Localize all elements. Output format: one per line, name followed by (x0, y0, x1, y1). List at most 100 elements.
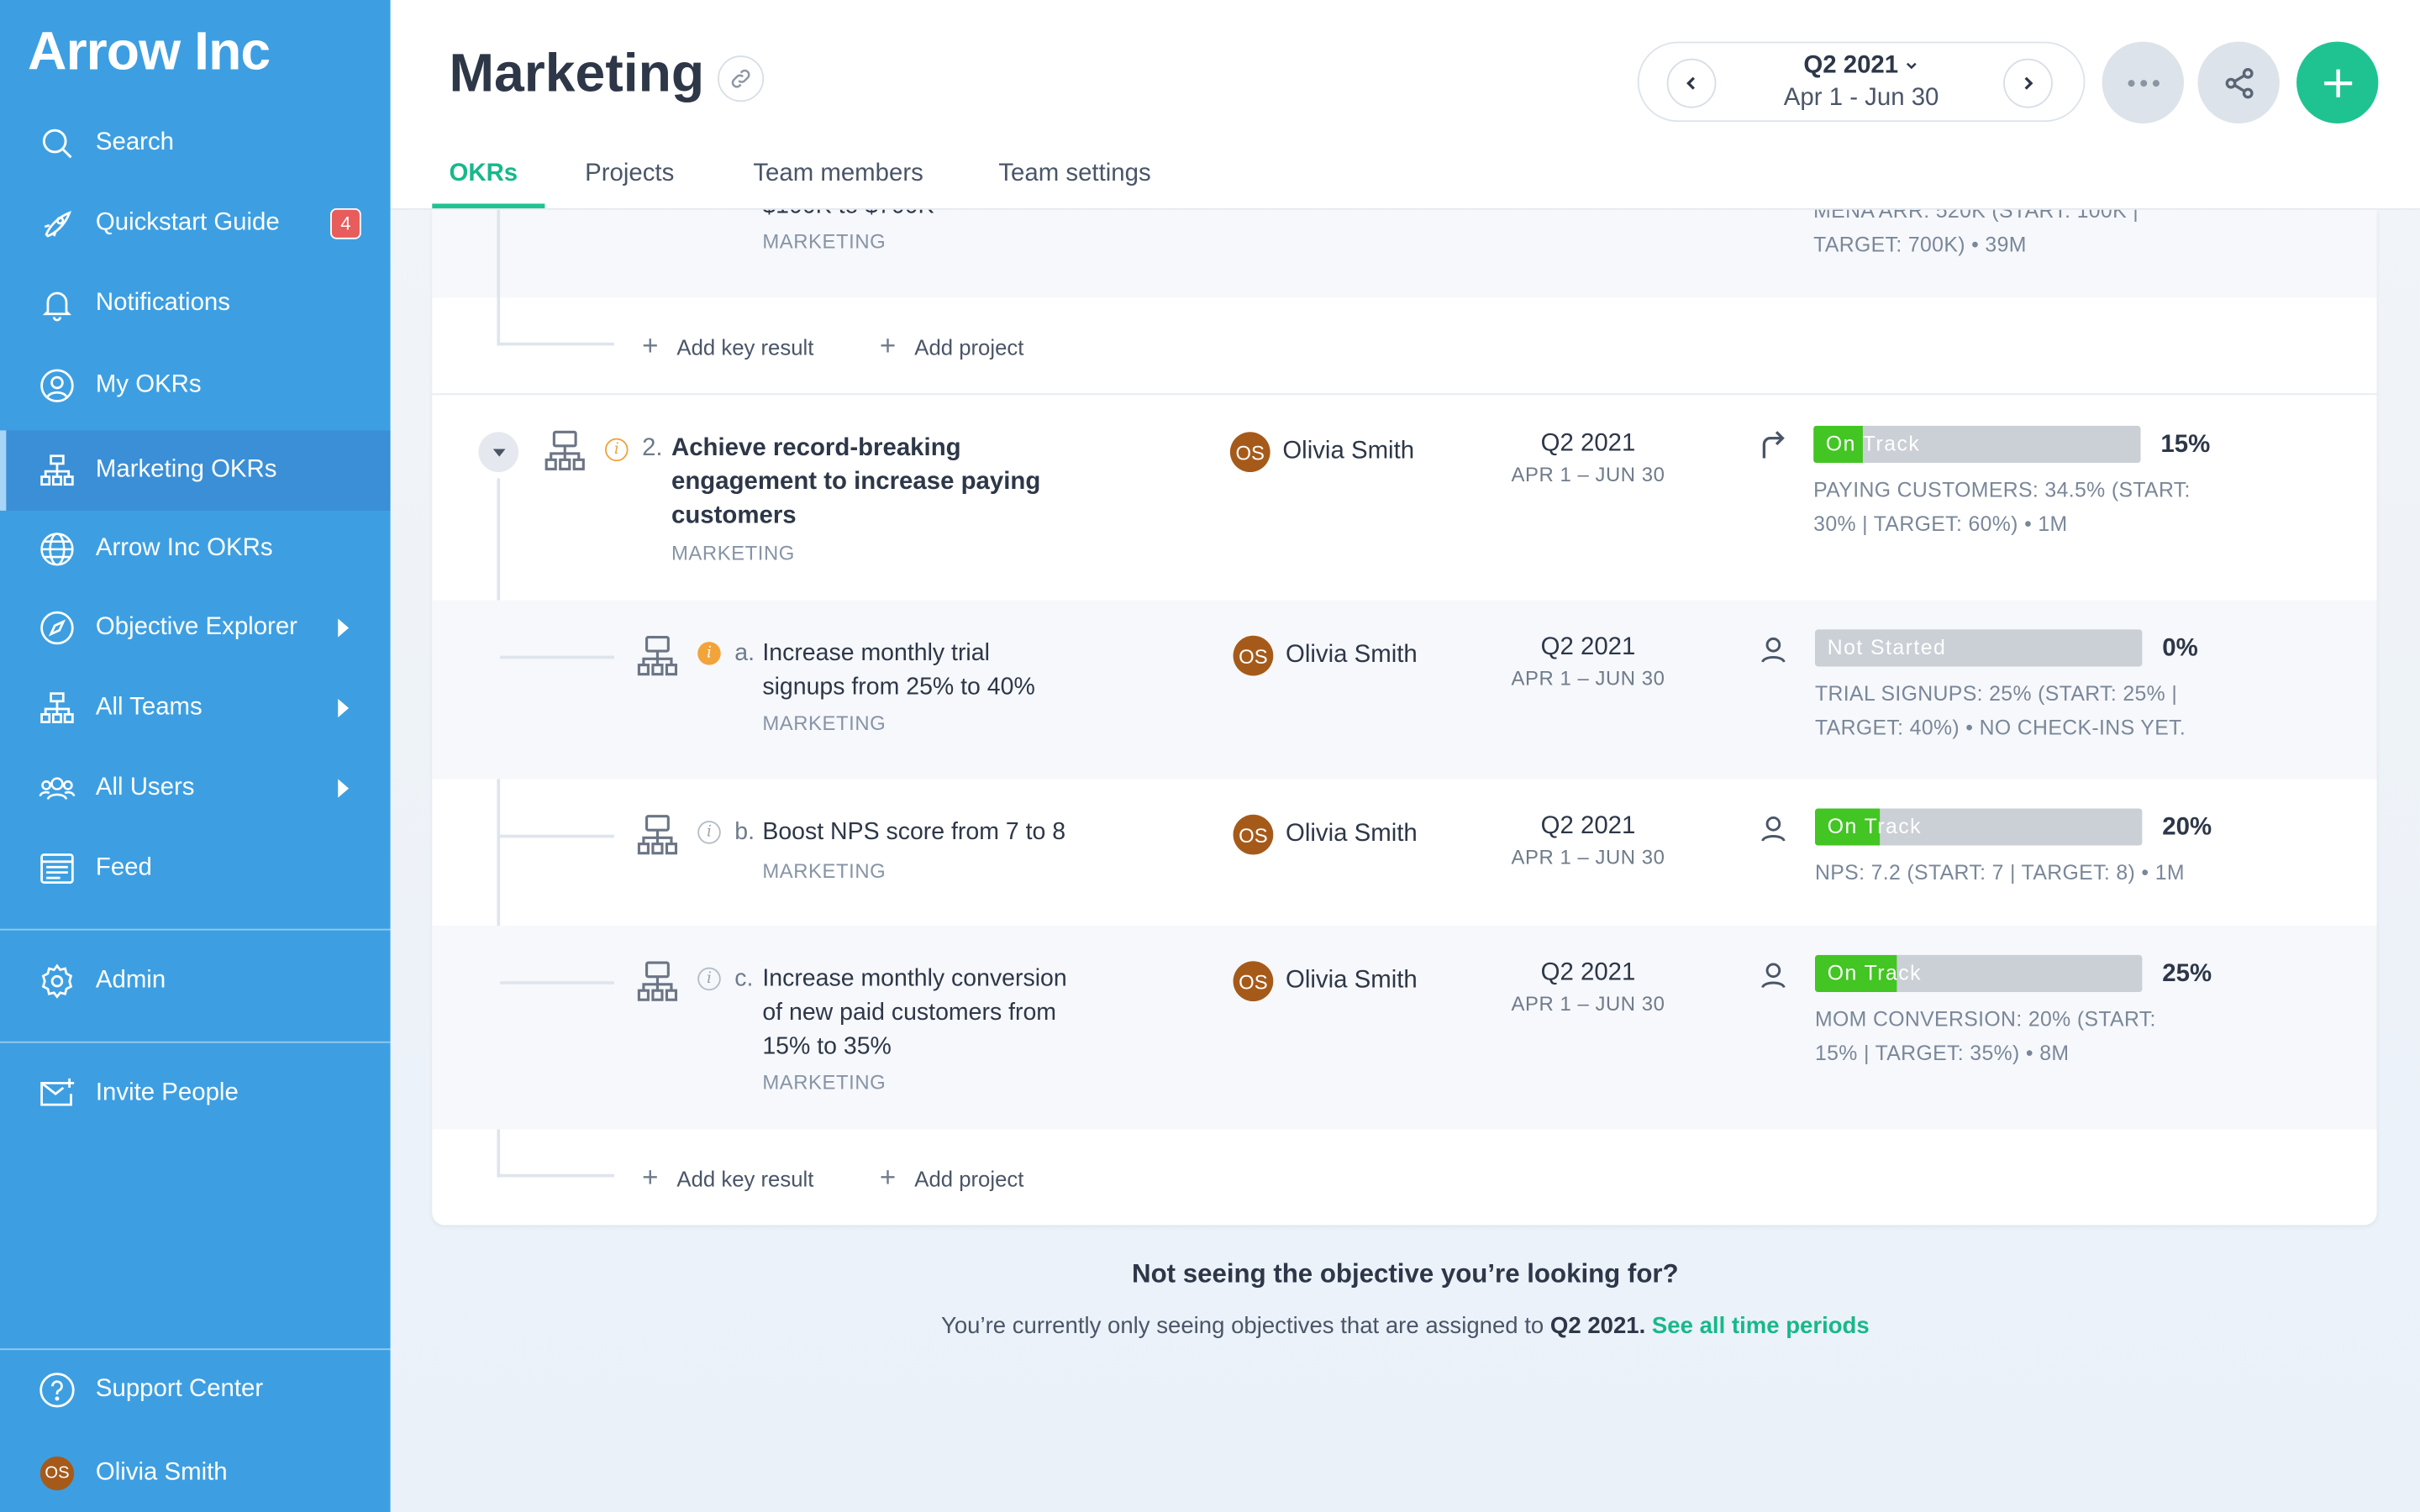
owner-name: Olivia Smith (1285, 642, 1418, 669)
sidebar-item-feed[interactable]: Feed (0, 830, 391, 907)
next-period-button[interactable] (2003, 58, 2053, 108)
caret-down-icon (492, 448, 505, 456)
progress-bar[interactable]: Not Started (1814, 629, 2143, 667)
key-result-letter: b. (734, 819, 755, 846)
owner[interactable]: OS Olivia Smith (1233, 635, 1418, 676)
tab-projects[interactable]: Projects (585, 160, 674, 188)
add-project-label: Add project (914, 333, 1024, 360)
sidebar-item-quickstart[interactable]: Quickstart Guide 4 (0, 185, 391, 262)
metric-detail: TARGET: 40%) • NO CHECK-INS YET. (1814, 716, 2186, 739)
progress-bar[interactable]: On Track (1814, 808, 2143, 846)
add-key-result-button[interactable]: + Add key result (642, 330, 813, 363)
quarter: Q2 2021 (1540, 959, 1636, 986)
key-result-row[interactable]: i b. Boost NPS score from 7 to 8 MARKETI… (432, 780, 2376, 926)
key-result-title-line: Increase monthly conversion (762, 965, 1067, 993)
avatar: OS (1233, 814, 1274, 855)
key-result-title: $100K to $700K (762, 210, 934, 224)
hint-text: You’re currently only seeing objectives … (940, 1313, 1544, 1340)
rocket-icon (39, 205, 76, 242)
owner[interactable]: OS Olivia Smith (1229, 432, 1415, 473)
date-range: APR 1 – JUN 30 (1511, 992, 1665, 1016)
date-range: APR 1 – JUN 30 (1511, 666, 1665, 690)
tab-team-settings[interactable]: Team settings (998, 160, 1150, 188)
aligned-arrow-icon (1760, 429, 1787, 468)
user-avatar: OS (39, 1455, 76, 1492)
add-button[interactable] (2296, 41, 2379, 123)
sidebar-item-search[interactable]: Search (0, 105, 391, 182)
bell-icon (39, 286, 76, 323)
sidebar-item-label: Objective Explorer (95, 614, 297, 641)
key-result-row[interactable]: i a. Increase monthly trial signups from… (432, 600, 2377, 780)
sidebar-item-label: Support Center (95, 1376, 264, 1403)
more-options-button[interactable] (2102, 41, 2184, 123)
sidebar-item-arrow-inc-okrs[interactable]: Arrow Inc OKRs (0, 511, 391, 588)
team-tag: MARKETING (762, 711, 886, 735)
objective-row[interactable]: i 2. Achieve record-breaking engagement … (432, 395, 2376, 600)
sidebar-item-objective-explorer[interactable]: Objective Explorer (0, 590, 391, 667)
key-result-row[interactable]: i c. Increase monthly conversion of new … (432, 926, 2377, 1130)
owner[interactable]: OS Olivia Smith (1233, 961, 1418, 1002)
owner[interactable]: OS Olivia Smith (1233, 814, 1418, 855)
add-project-button[interactable]: + Add project (880, 1162, 1023, 1194)
app-root: Arrow Inc Search Quickstart Guide 4 Noti… (0, 0, 2420, 1512)
progress-bar[interactable]: On Track (1814, 954, 2143, 993)
collapse-toggle[interactable] (478, 432, 519, 473)
help-icon (39, 1372, 76, 1409)
key-result-period: Q2 2021 APR 1 – JUN 30 (1496, 634, 1681, 690)
active-tab-indicator (432, 203, 545, 208)
sidebar-item-my-okrs[interactable]: My OKRs (0, 347, 391, 424)
tree-connector (497, 209, 501, 346)
progress-bar[interactable]: On Track (1813, 425, 2141, 464)
hint-period: Q2 2021. (1549, 1313, 1646, 1340)
metric-detail: 30% | TARGET: 60%) • 1M (1813, 512, 2068, 536)
metric-detail: PAYING CUSTOMERS: 34.5% (START: (1813, 478, 2191, 501)
globe-icon (39, 531, 76, 568)
sidebar-item-marketing-okrs[interactable]: Marketing OKRs (0, 430, 391, 511)
team-tag: MARKETING (671, 541, 795, 565)
org-chart-icon (544, 429, 585, 480)
owner-name: Olivia Smith (1282, 438, 1415, 465)
info-icon[interactable]: i (697, 967, 721, 991)
objective-title-line: Achieve record-breaking (671, 434, 961, 462)
key-result-row-partial[interactable]: $100K to $700K MARKETING MENA ARR: 520K … (432, 209, 2377, 298)
progress-percent: 25% (2162, 961, 2212, 988)
person-icon (1761, 636, 1786, 671)
share-button[interactable] (2197, 41, 2280, 123)
org-chart-icon (637, 813, 678, 864)
objective-number: 2. (642, 434, 663, 462)
sidebar-item-all-users[interactable]: All Users (0, 750, 391, 827)
tab-team-members[interactable]: Team members (753, 160, 923, 188)
see-all-periods-link[interactable]: See all time periods (1652, 1313, 1870, 1339)
sidebar-item-invite-people[interactable]: Invite People (0, 1055, 391, 1132)
user-circle-icon (39, 367, 76, 404)
sidebar-item-label: Arrow Inc OKRs (95, 535, 273, 562)
sidebar-item-support-center[interactable]: Support Center (0, 1352, 391, 1429)
info-icon[interactable]: i (697, 642, 721, 665)
info-icon[interactable]: i (604, 438, 629, 462)
ellipsis-icon (2127, 79, 2160, 87)
tree-connector (497, 342, 615, 346)
sidebar-item-profile[interactable]: OS Olivia Smith (0, 1435, 391, 1512)
okr-list-card: $100K to $700K MARKETING MENA ARR: 520K … (432, 209, 2377, 1226)
sidebar-divider (0, 1348, 391, 1351)
add-key-result-button[interactable]: + Add key result (642, 1162, 813, 1194)
add-project-button[interactable]: + Add project (880, 330, 1023, 363)
sidebar-item-admin[interactable]: Admin (0, 942, 391, 1020)
status-label: On Track (1827, 814, 1923, 838)
brand-logo[interactable]: Arrow Inc (28, 22, 271, 83)
sidebar-item-all-teams[interactable]: All Teams (0, 669, 391, 747)
tree-connector (500, 834, 615, 838)
empty-hint-text: You’re currently only seeing objectives … (391, 1313, 2420, 1339)
tab-okrs[interactable]: OKRs (449, 160, 518, 188)
info-icon[interactable]: i (697, 821, 721, 844)
sidebar-item-notifications[interactable]: Notifications (0, 265, 391, 343)
plus-icon (2323, 68, 2352, 97)
plus-icon: + (642, 1162, 659, 1193)
quarter: Q2 2021 (1540, 633, 1636, 661)
add-project-label: Add project (914, 1165, 1024, 1191)
sidebar-item-label: All Teams (95, 694, 203, 721)
date-range: APR 1 – JUN 30 (1511, 463, 1665, 486)
copy-link-button[interactable] (718, 55, 765, 102)
sidebar-item-label: Admin (95, 967, 166, 994)
page-header: Marketing Q2 2021 Apr 1 - Jun 30 OKRs Pr… (390, 0, 2420, 210)
